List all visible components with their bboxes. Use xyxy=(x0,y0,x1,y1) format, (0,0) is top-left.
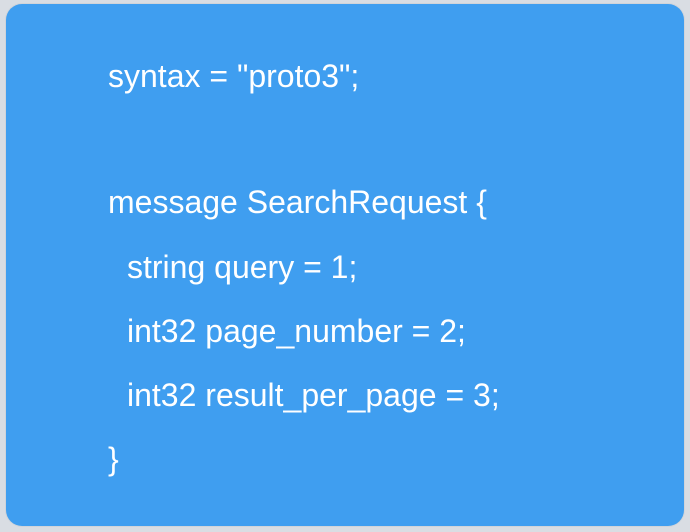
code-block: syntax = "proto3"; message SearchRequest… xyxy=(6,4,684,526)
code-line-syntax: syntax = "proto3"; xyxy=(108,58,360,94)
code-line-field-page-number: int32 page_number = 2; xyxy=(127,313,466,349)
code-line-field-query: string query = 1; xyxy=(127,249,358,285)
code-snippet-card: syntax = "proto3"; message SearchRequest… xyxy=(6,4,684,526)
code-line-message-open: message SearchRequest { xyxy=(108,184,487,220)
code-line-field-result-per-page: int32 result_per_page = 3; xyxy=(127,377,500,413)
code-line-message-close: } xyxy=(108,441,119,477)
